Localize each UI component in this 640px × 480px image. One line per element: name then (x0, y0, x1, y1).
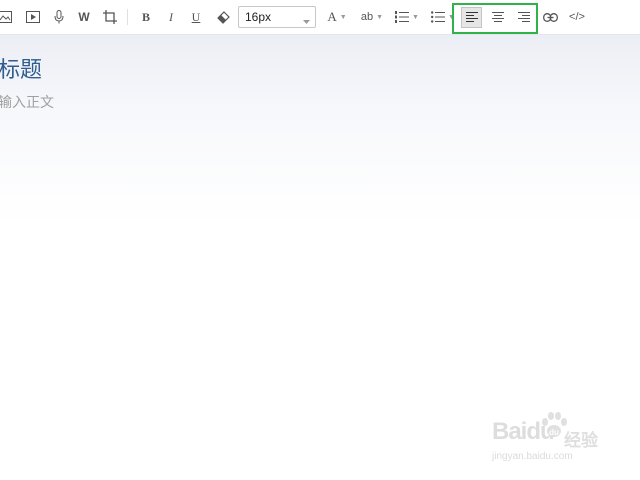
chevron-down-icon (303, 14, 310, 28)
chevron-down-icon: ▼ (339, 13, 347, 21)
watermark-url: jingyan.baidu.com (492, 451, 573, 462)
eraser-icon[interactable] (214, 8, 232, 26)
body-placeholder[interactable]: 输入正文 (0, 92, 54, 112)
font-color-icon[interactable]: A ▼ (324, 8, 350, 26)
italic-icon[interactable]: I (162, 8, 180, 26)
chevron-down-icon: ▼ (412, 13, 419, 21)
highlight-icon[interactable]: ab ▼ (358, 8, 386, 26)
font-size-select[interactable]: 16px (238, 6, 316, 28)
svg-text:du: du (549, 428, 559, 437)
toolbar-separator (127, 9, 128, 25)
link-icon[interactable] (541, 8, 559, 26)
code-icon[interactable]: </> (566, 8, 588, 26)
underline-icon[interactable]: U (187, 8, 205, 26)
alignment-group-highlight (452, 3, 538, 34)
baidu-watermark: Baidu du 经验 jingyan.baidu.com (490, 410, 610, 470)
font-size-value: 16px (245, 10, 272, 24)
editor-toolbar: W B I U 16px A ▼ ab ▼ ▼ ▼ </> (0, 0, 640, 35)
crop-icon[interactable] (100, 8, 120, 26)
font-color-label: A (327, 9, 337, 24)
microphone-icon[interactable] (50, 8, 68, 26)
watermark-brand-cn: 经验 (564, 431, 598, 451)
editor-background (0, 34, 640, 224)
video-icon[interactable] (24, 8, 42, 26)
word-icon[interactable]: W (75, 8, 93, 26)
bold-icon[interactable]: B (137, 8, 155, 26)
ordered-list-icon[interactable]: ▼ (393, 8, 421, 26)
image-icon[interactable] (0, 8, 14, 26)
chevron-down-icon: ▼ (376, 13, 384, 21)
highlight-label: ab (360, 11, 374, 23)
title-placeholder[interactable]: 标题 (0, 52, 42, 84)
